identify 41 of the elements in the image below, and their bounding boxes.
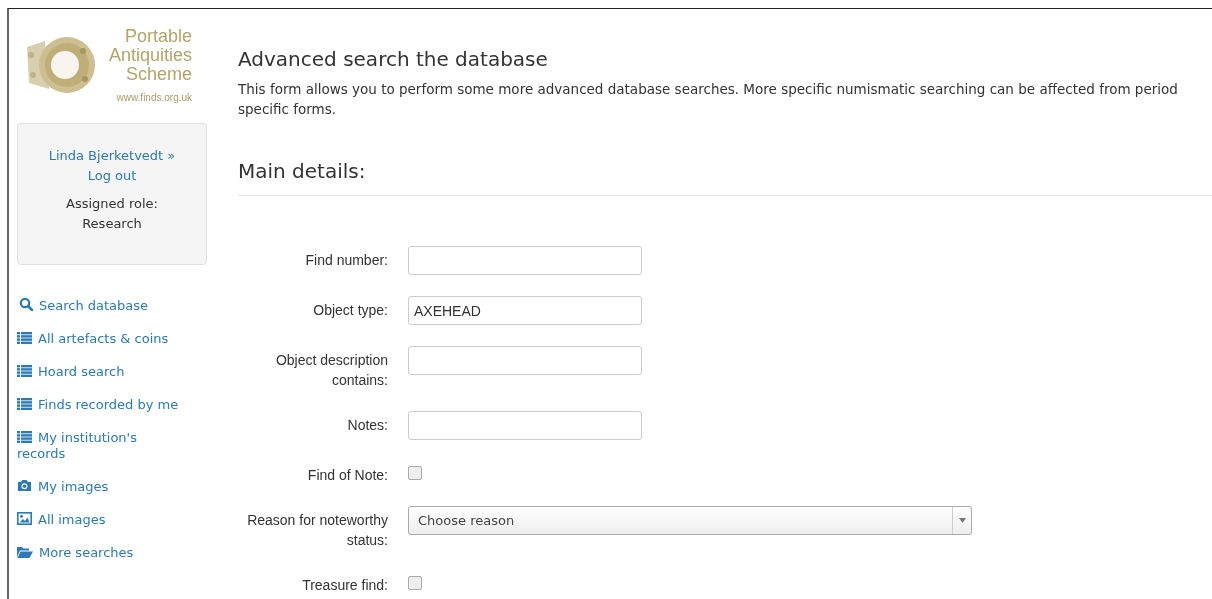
field-label: Treasure find: — [301, 576, 388, 595]
input-field[interactable] — [408, 346, 642, 375]
sidebar-item[interactable]: My institution's records — [17, 430, 187, 462]
sidebar-item[interactable]: All images — [17, 512, 187, 528]
intro-text: This form allows you to perform some more advanced database searches. More specific numismatic searching can be affected from period specific forms. — [238, 80, 1179, 119]
field-label: Object type: — [312, 301, 388, 320]
page-title: Advanced search the database — [238, 47, 549, 71]
sidebar-item[interactable]: More searches — [17, 545, 187, 561]
logout-link[interactable]: Log out — [87, 168, 137, 183]
search-icon — [19, 297, 33, 311]
input-field[interactable] — [408, 411, 642, 440]
sidebar-item[interactable]: Search database — [17, 297, 189, 314]
logo-title: Portable — [125, 27, 193, 46]
section-title: Main details: — [238, 159, 1212, 196]
logo-url: www.finds.org.uk — [116, 92, 193, 103]
image-icon — [17, 512, 32, 525]
field-label: Notes: — [346, 416, 388, 435]
field-label: Reason for noteworthy status: — [246, 511, 388, 550]
logo-title: Scheme — [126, 65, 193, 84]
list-icon — [17, 365, 32, 377]
list-icon — [17, 398, 32, 410]
checkbox[interactable] — [408, 466, 422, 480]
camera-icon — [17, 479, 32, 492]
list-icon — [17, 332, 32, 344]
list-icon — [17, 431, 32, 443]
input-field[interactable]: AXEHEAD — [408, 296, 642, 325]
sidebar-item[interactable]: My images — [17, 479, 187, 495]
input-field[interactable] — [408, 246, 642, 275]
caret-icon — [958, 518, 966, 523]
user-link[interactable]: Linda Bjerketvedt » — [48, 148, 176, 163]
folder-icon — [17, 546, 33, 558]
sidebar-item[interactable]: Finds recorded by me — [17, 397, 187, 413]
sidebar-item[interactable]: All artefacts & coins — [17, 331, 187, 347]
checkbox[interactable] — [408, 576, 422, 590]
sidebar-item[interactable]: Hoard search — [17, 364, 187, 380]
field-label: Object description contains: — [274, 351, 388, 390]
role-text: Assigned role: Research — [65, 195, 159, 233]
field-label: Find number: — [304, 251, 388, 270]
field-label: Find of Note: — [306, 466, 388, 485]
reason-dropdown[interactable]: Choose reason — [408, 506, 972, 535]
logo-title: Antiquities — [109, 46, 193, 65]
